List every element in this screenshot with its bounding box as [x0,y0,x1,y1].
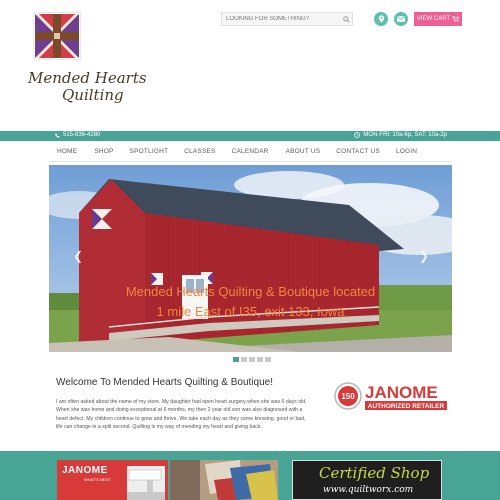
welcome-heading: Welcome To Mended Hearts Quilting & Bout… [56,377,273,388]
search-icon[interactable] [340,13,352,25]
clock-icon [354,132,361,138]
hours-text: MON-FRI: 10a-6p, SAT: 10a-2p [363,132,447,138]
slider-dot-1[interactable] [233,357,239,362]
nav-login[interactable]: LOGIN [396,143,417,160]
quilt-block-logo[interactable] [33,12,81,60]
search-input[interactable] [222,13,340,25]
slider-dot-2[interactable] [241,357,247,362]
janome-brand-text: JANOME [365,383,438,402]
view-cart-label: VIEW CART [416,16,451,22]
slide-caption-line-1: Mended Hearts Quilting & Boutique locate… [125,284,376,299]
store-hours: MON-FRI: 10a-6p, SAT: 10a-2p [354,132,447,138]
logo-line-2: Quilting [62,86,124,104]
logo-wordmark[interactable]: Mended Hearts Quilting [28,70,158,104]
slider-dot-4[interactable] [257,357,263,362]
nav-calendar[interactable]: CALENDAR [232,143,269,160]
map-pin-icon [378,15,384,23]
store-building-photo [49,165,452,352]
slider-dot-3[interactable] [249,357,255,362]
location-button[interactable] [374,12,388,26]
slider-pagination [233,357,271,362]
nav-shop[interactable]: SHOP [94,143,113,160]
sewing-machine-image [127,466,165,500]
nav-contact-us[interactable]: CONTACT US [336,143,380,160]
janome-badge-number: 150 [341,392,355,401]
search-box [221,12,353,26]
phone-icon [55,132,60,138]
certified-shop-url: www.quiltworx.com [323,485,414,495]
nav-divider [49,161,452,162]
contact-info-bar: 515-836-4280 MON-FRI: 10a-6p, SAT: 10a-2… [0,131,500,141]
envelope-icon [397,16,405,22]
promo-janome-subtitle: WHAT'S NEXT [84,477,111,482]
slider-dot-5[interactable] [265,357,271,362]
janome-authorized-retailer-logo[interactable]: 150 JANOME AUTHORIZED RETAILER [334,376,454,416]
certified-shop-badge[interactable]: Certified Shop www.quiltworx.com [292,460,442,500]
view-cart-button[interactable]: VIEW CART [414,12,462,26]
slider-prev-arrow-icon[interactable]: ❮ [73,249,83,263]
logo-line-1: Mended Hearts [28,69,147,87]
fabric-promo-image[interactable] [170,460,278,500]
fabric-swatches-image [170,460,278,500]
cart-icon [452,16,460,22]
nav-spotlight[interactable]: SPOTLIGHT [130,143,169,160]
certified-shop-title: Certified Shop [319,464,430,482]
phone-info[interactable]: 515-836-4280 [55,132,100,138]
hero-slider[interactable]: Mended Hearts Quilting & Boutique locate… [49,165,452,352]
main-navigation: HOME SHOP SPOTLIGHT CLASSES CALENDAR ABO… [49,143,452,160]
nav-home[interactable]: HOME [57,143,77,160]
janome-promo-banner[interactable]: JANOME WHAT'S NEXT [57,460,168,500]
promo-janome-brand: JANOME [62,465,108,476]
welcome-paragraph: I am often asked about the name of my st… [56,399,307,431]
nav-classes[interactable]: CLASSES [184,143,215,160]
janome-tag-text: AUTHORIZED RETAILER [368,403,445,410]
nav-about-us[interactable]: ABOUT US [286,143,321,160]
phone-number: 515-836-4280 [63,132,101,138]
slide-caption-line-2: 1 mile East of I35, exit 133, Iowa [156,304,345,319]
slider-next-arrow-icon[interactable]: ❯ [419,249,429,263]
email-button[interactable] [394,12,408,26]
